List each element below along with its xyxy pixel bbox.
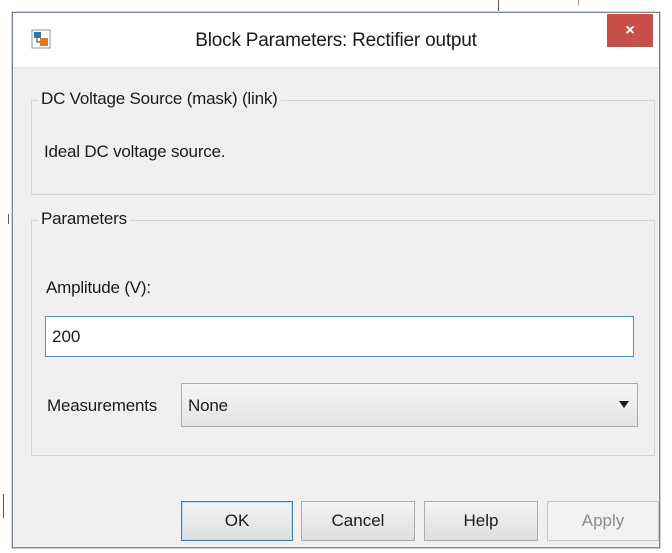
measurements-label: Measurements	[47, 396, 158, 415]
amplitude-input[interactable]	[45, 316, 634, 357]
window-title: Block Parameters: Rectifier output	[195, 30, 477, 51]
block-parameters-dialog: Block Parameters: Rectifier output × DC …	[12, 12, 660, 548]
background-mark	[3, 494, 4, 518]
apply-button[interactable]: Apply	[547, 501, 659, 541]
cancel-button[interactable]: Cancel	[301, 501, 415, 541]
description-group-legend: DC Voltage Source (mask) (link)	[38, 89, 281, 109]
measurements-select[interactable]: None	[181, 383, 638, 427]
block-description: Ideal DC voltage source.	[44, 142, 226, 161]
ok-button[interactable]: OK	[181, 501, 293, 541]
chevron-down-icon	[619, 401, 629, 408]
amplitude-label: Amplitude (V):	[46, 278, 151, 297]
screen: Block Parameters: Rectifier output × DC …	[0, 0, 672, 553]
background-mark	[498, 0, 499, 12]
simulink-block-icon	[31, 29, 51, 49]
measurements-selected-value: None	[188, 396, 228, 415]
background-mark	[8, 214, 9, 224]
description-group: DC Voltage Source (mask) (link) Ideal DC…	[31, 89, 655, 195]
close-icon: ×	[625, 21, 635, 39]
help-button[interactable]: Help	[424, 501, 538, 541]
parameters-group-legend: Parameters	[38, 209, 130, 229]
parameters-group: Parameters Amplitude (V): Measurements N…	[31, 209, 655, 456]
background-mark	[578, 0, 579, 5]
title-bar[interactable]: Block Parameters: Rectifier output ×	[13, 13, 659, 68]
close-button[interactable]: ×	[607, 14, 653, 47]
